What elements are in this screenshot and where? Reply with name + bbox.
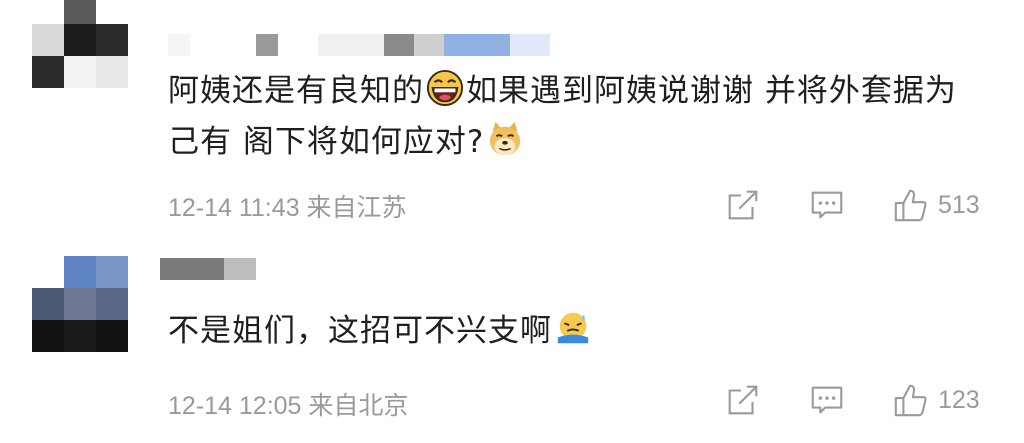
doge-emoji (490, 121, 521, 156)
like-icon[interactable] (892, 186, 930, 224)
comment-text: 不是姐们，这招可不兴支啊 (168, 306, 978, 357)
cold-sweat-emoji (557, 312, 589, 344)
username-redacted[interactable] (160, 258, 256, 280)
comment-location: 来自北京 (308, 392, 409, 420)
avatar[interactable] (32, 0, 128, 88)
grin-emoji (426, 69, 464, 107)
like-count: 123 (938, 385, 980, 414)
comment-meta: 12-14 12:05 来自北京 (168, 386, 408, 422)
comment-date: 12-14 12:05 (168, 392, 302, 420)
share-icon[interactable] (724, 186, 762, 224)
comment-text-part: 阿姨还是有良知的 (168, 73, 424, 109)
comment-location: 来自江苏 (306, 194, 407, 222)
like-count: 513 (938, 190, 980, 219)
username-redacted[interactable] (168, 34, 550, 56)
comment-date: 12-14 11:43 (168, 194, 300, 222)
comment-actions: 123 (724, 380, 994, 420)
like-icon[interactable] (892, 381, 930, 419)
comment-actions: 513 (724, 185, 994, 225)
comment-icon[interactable] (808, 381, 846, 419)
comment-text-part: 不是姐们，这招可不兴支啊 (168, 313, 552, 349)
share-icon[interactable] (724, 381, 762, 419)
comment-icon[interactable] (808, 186, 846, 224)
avatar[interactable] (32, 256, 128, 352)
comment-text: 阿姨还是有良知的 如果遇到阿姨说谢谢 并将外套据为己有 阁下将如何应对? (168, 66, 978, 168)
comment-meta: 12-14 11:43 来自江苏 (168, 188, 407, 224)
